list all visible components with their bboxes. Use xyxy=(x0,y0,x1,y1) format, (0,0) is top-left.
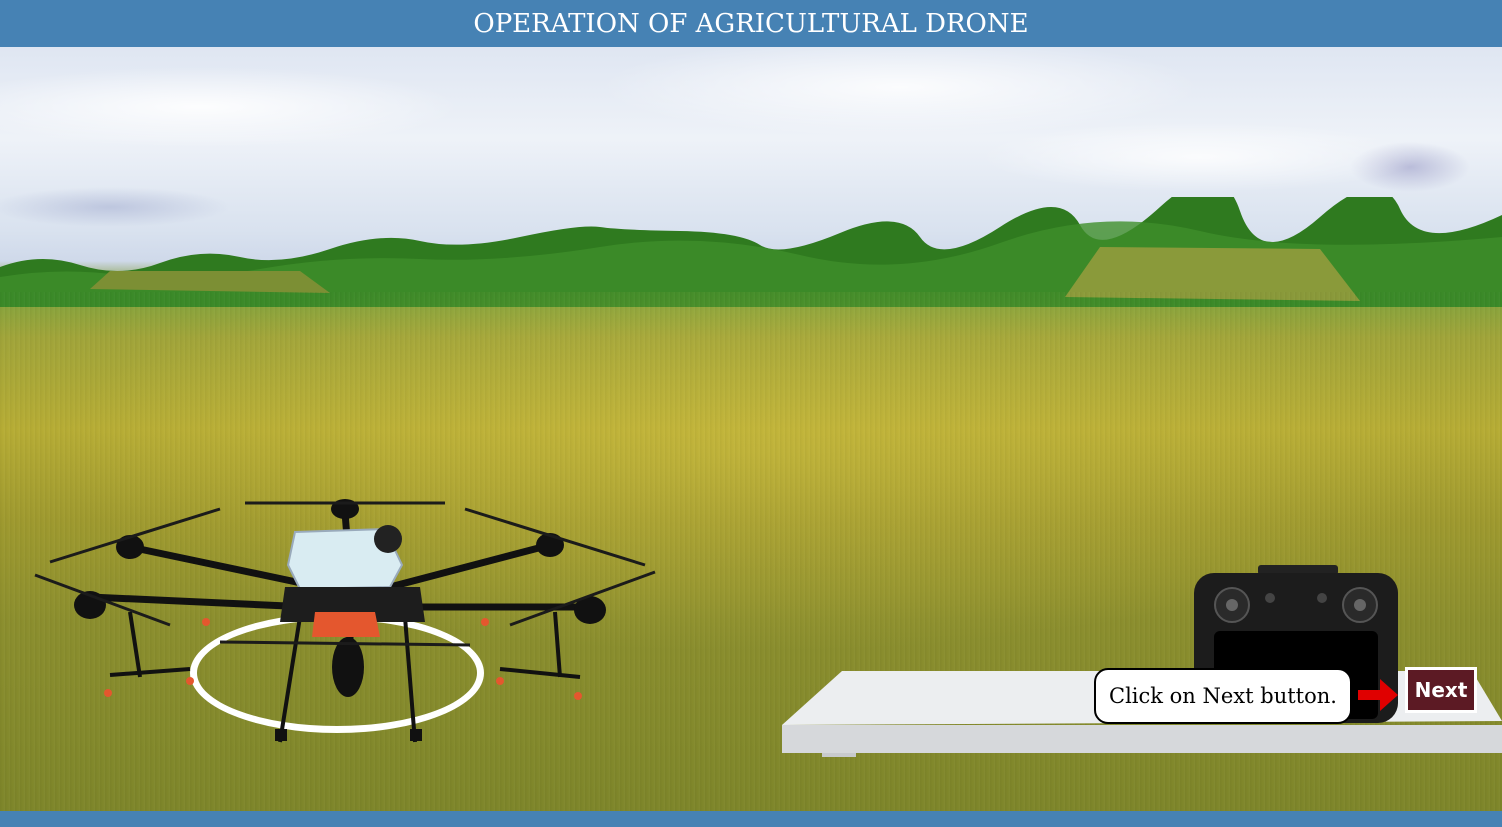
header-bar: OPERATION OF AGRICULTURAL DRONE xyxy=(0,0,1502,47)
instruction-bubble: Click on Next button. xyxy=(1094,668,1352,724)
next-button[interactable]: Next xyxy=(1405,667,1477,713)
agricultural-drone[interactable] xyxy=(30,447,670,747)
tree-line xyxy=(0,197,1502,307)
page-title: OPERATION OF AGRICULTURAL DRONE xyxy=(473,8,1029,39)
arrow-right-icon xyxy=(1358,679,1398,711)
footer-bar xyxy=(0,811,1502,827)
